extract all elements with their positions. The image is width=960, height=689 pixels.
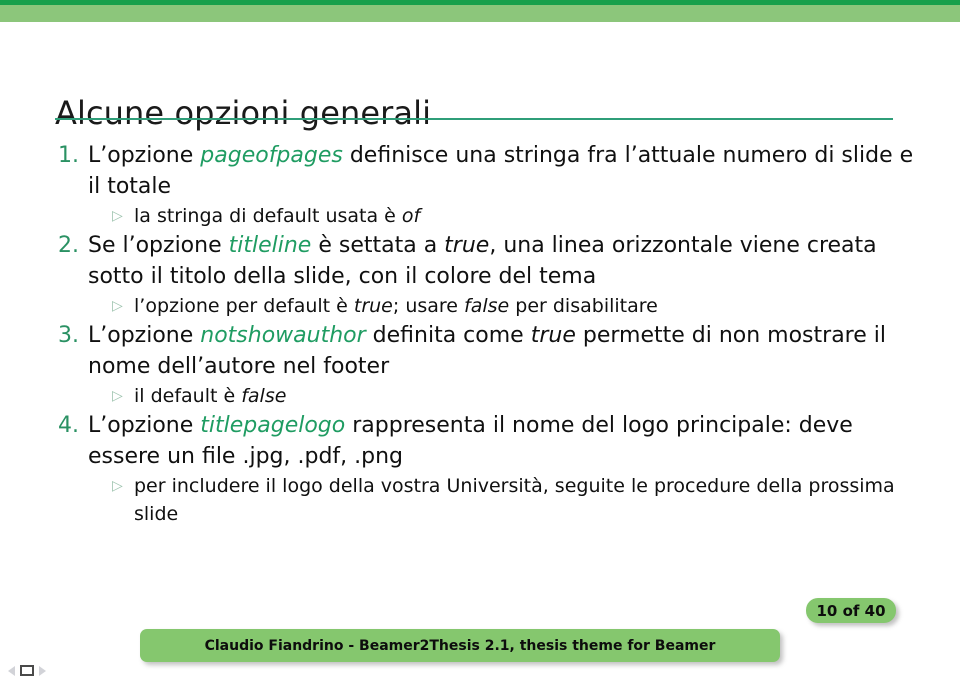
list-item: 3. L’opzione notshowauthor definita come … [54,320,914,382]
list-item: 4. L’opzione titlepagelogo rappresenta il… [54,410,914,472]
text-run: L’opzione [88,143,201,168]
footer-author-bar: Claudio Fiandrino - Beamer2Thesis 2.1, t… [140,629,780,662]
list-item-number: 3. [58,323,79,348]
footer-author-text: Claudio Fiandrino - Beamer2Thesis 2.1, t… [204,637,716,654]
list-item-text: L’opzione pageofpages definisce una stri… [88,140,914,202]
emphasised-value: true [353,295,393,317]
text-run: definita come [365,323,531,348]
option-keyword: notshowauthor [200,323,366,348]
page-number-text: 10 of 40 [816,601,886,620]
sub-list-item-text: per includere il logo della vostra Unive… [134,472,914,528]
triangle-bullet-icon: ▷ [112,478,123,494]
enumerated-content-list: 1. L’opzione pageofpages definisce una st… [54,140,914,528]
top-accent-bar-light [0,5,960,22]
text-run: la stringa di default usata è [134,205,402,227]
emphasised-value: of [401,205,421,227]
emphasised-value: false [241,385,287,407]
text-run: Se l’opzione [88,233,229,258]
emphasised-value: true [444,233,490,258]
sub-list-item: ▷ per includere il logo della vostra Univ… [112,472,914,528]
title-underline-rule [55,118,893,120]
frame-icon[interactable] [20,665,34,676]
list-item-number: 1. [58,143,79,168]
triangle-bullet-icon: ▷ [112,298,123,314]
list-item: 2. Se l’opzione titleline è settata a tru… [54,230,914,292]
list-item-text: L’opzione titlepagelogo rappresenta il n… [88,410,914,472]
text-run: è settata a [311,233,445,258]
page-title: Alcune opzioni generali [55,94,432,133]
text-run: L’opzione [88,413,201,438]
list-item: 1. L’opzione pageofpages definisce una st… [54,140,914,202]
option-keyword: titleline [228,233,312,258]
option-keyword: pageofpages [200,143,343,168]
sub-list-item-text: l’opzione per default è true; usare fals… [134,292,914,320]
text-run: il default è [134,385,242,407]
option-keyword: titlepagelogo [200,413,346,438]
list-item-number: 4. [58,413,79,438]
text-run: l’opzione per default è [134,295,354,317]
emphasised-value: true [530,323,576,348]
sub-list-item: ▷ l’opzione per default è true; usare fal… [112,292,914,320]
text-run: per includere il logo della vostra Unive… [134,475,895,525]
sub-list-item: ▷ la stringa di default usata è of [112,202,914,230]
triangle-right-icon[interactable] [39,665,46,676]
triangle-left-icon[interactable] [8,665,15,676]
list-item-text: Se l’opzione titleline è settata a true,… [88,230,914,292]
triangle-bullet-icon: ▷ [112,388,123,404]
text-run: per disabilitare [509,295,658,317]
list-item-number: 2. [58,233,79,258]
triangle-bullet-icon: ▷ [112,208,123,224]
text-run: ; usare [392,295,465,317]
sub-list-item: ▷ il default è false [112,382,914,410]
sub-list-item-text: il default è false [134,382,914,410]
list-item-text: L’opzione notshowauthor definita come tr… [88,320,914,382]
page-number-badge: 10 of 40 [806,598,896,623]
navigation-controls[interactable] [8,665,46,676]
text-run: L’opzione [88,323,201,348]
emphasised-value: false [464,295,510,317]
sub-list-item-text: la stringa di default usata è of [134,202,914,230]
